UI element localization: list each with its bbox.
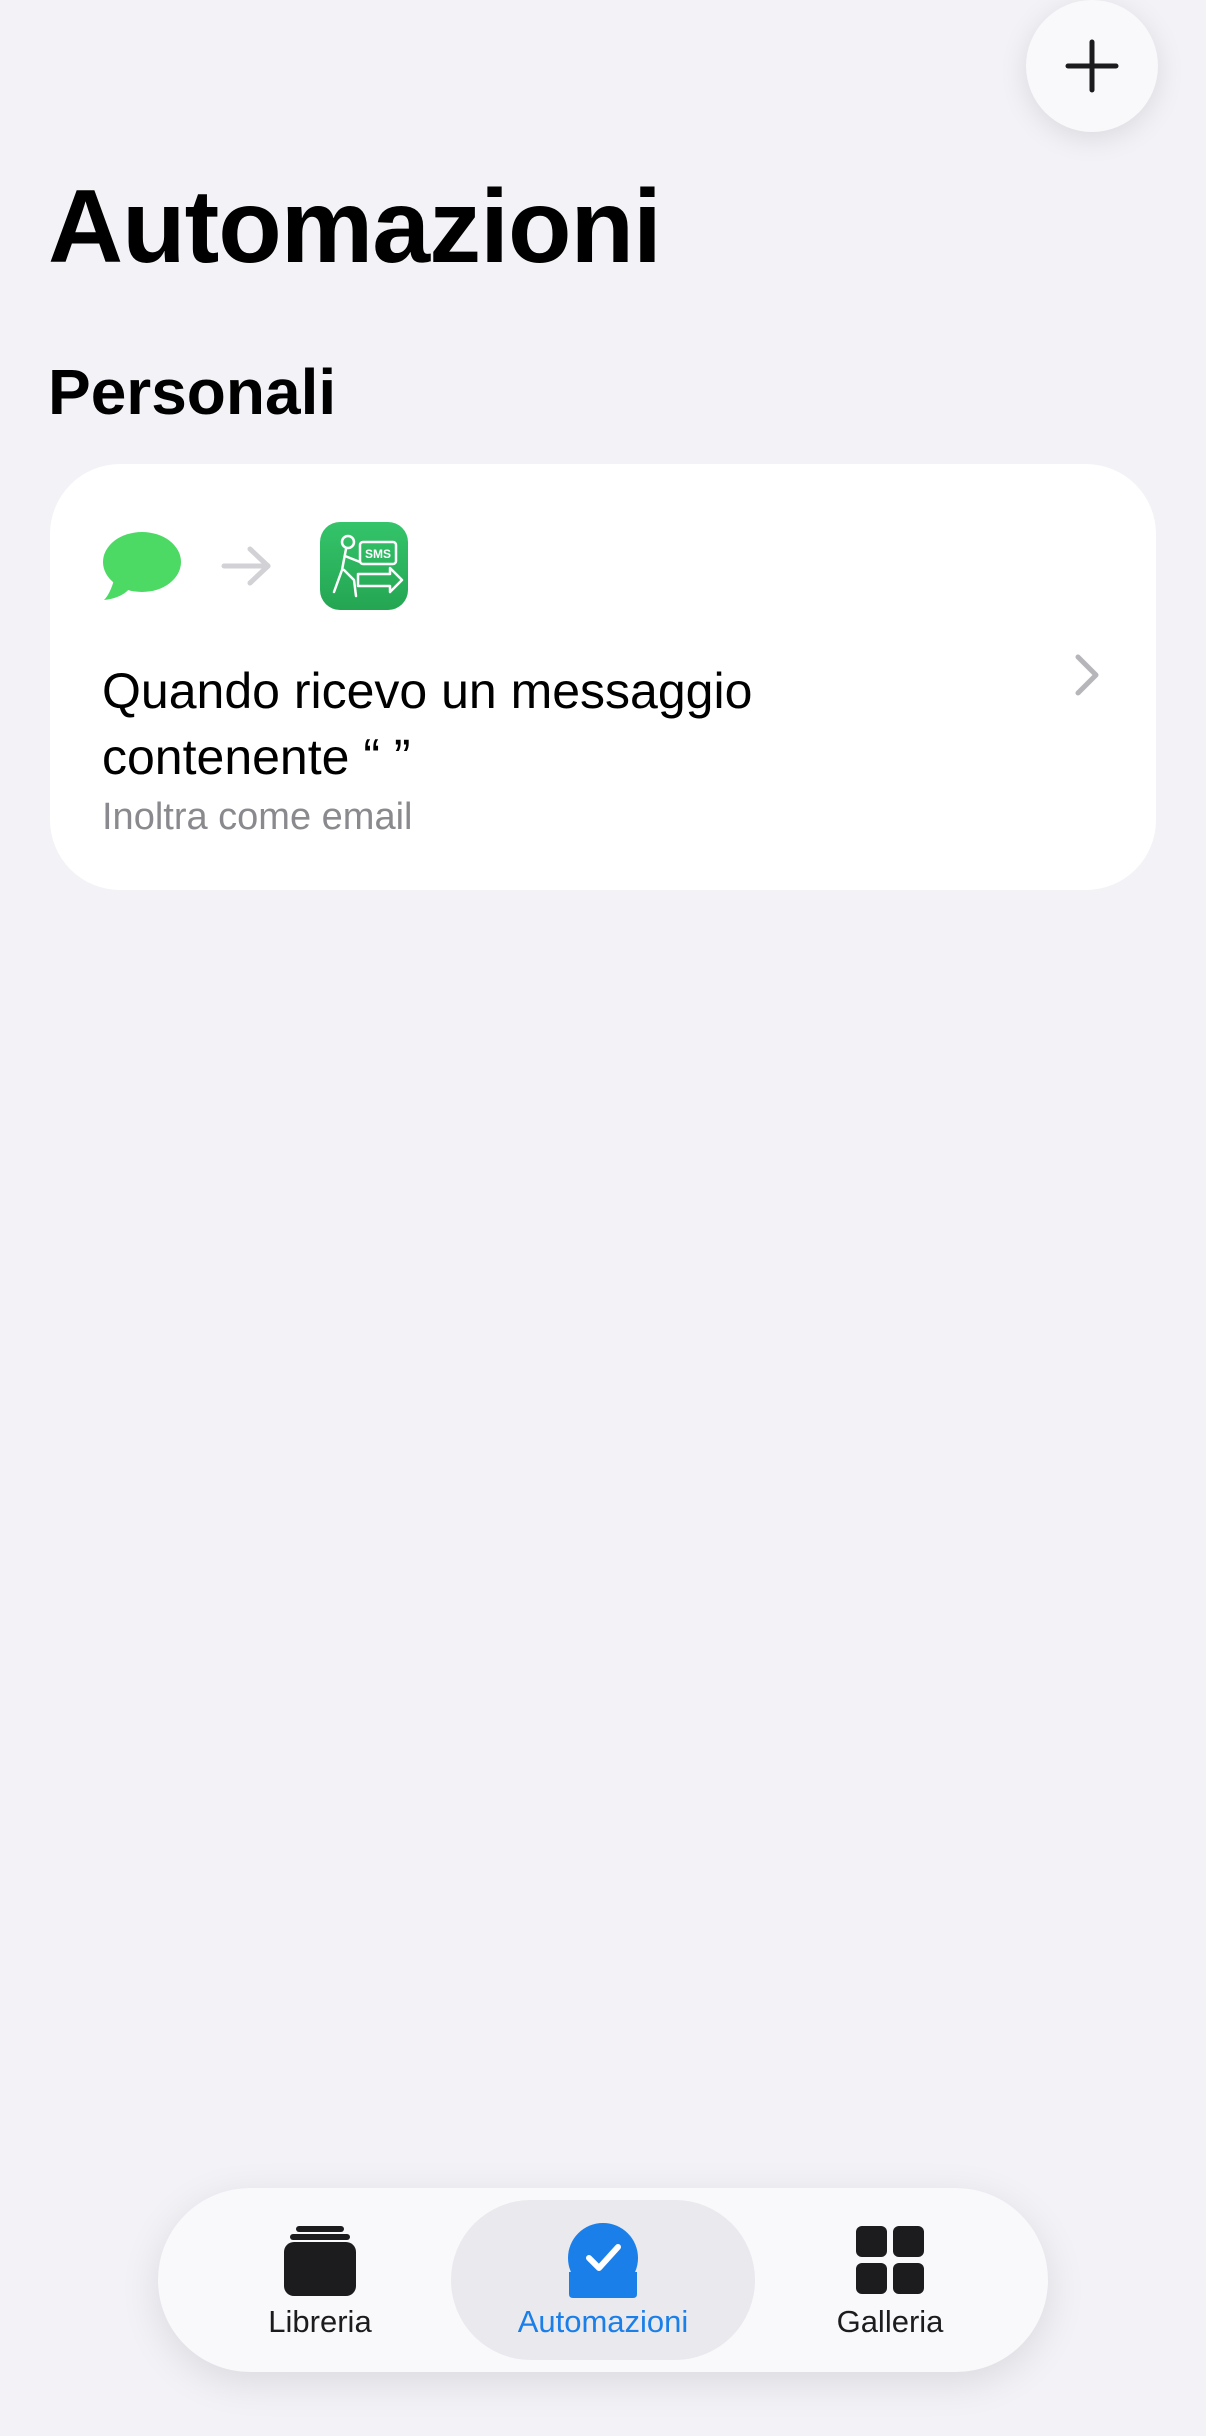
- grid-icon: [850, 2220, 930, 2300]
- automation-title: Quando ricevo un messaggio contenente “ …: [102, 663, 753, 785]
- tab-galleria[interactable]: Galleria: [744, 2200, 1036, 2360]
- tab-bar: Libreria Automazioni Galleria: [158, 2188, 1048, 2372]
- messages-bubble-icon: [103, 532, 181, 600]
- stack-icon: [280, 2220, 360, 2300]
- sms-icon-label: SMS: [365, 547, 391, 561]
- tab-libreria[interactable]: Libreria: [174, 2200, 466, 2360]
- sms-forward-shortcut-icon: SMS: [320, 522, 408, 610]
- section-title: Personali: [48, 356, 337, 428]
- tab-label-galleria: Galleria: [836, 2304, 944, 2339]
- checkmark-circle-icon: [563, 2220, 643, 2300]
- tab-label-libreria: Libreria: [268, 2304, 372, 2339]
- automation-card[interactable]: SMS Quando ricevo un messaggio contenent…: [50, 464, 1156, 890]
- tab-label-automazioni: Automazioni: [517, 2304, 689, 2339]
- chevron-right-icon: [1075, 654, 1099, 696]
- page-title: Automazioni: [48, 169, 662, 285]
- arrow-right-icon: [221, 546, 271, 586]
- automation-subtitle: Inoltra come email: [102, 796, 413, 838]
- tab-automazioni[interactable]: Automazioni: [451, 2200, 755, 2360]
- plus-icon: [1065, 39, 1119, 93]
- add-automation-button[interactable]: [1026, 0, 1158, 132]
